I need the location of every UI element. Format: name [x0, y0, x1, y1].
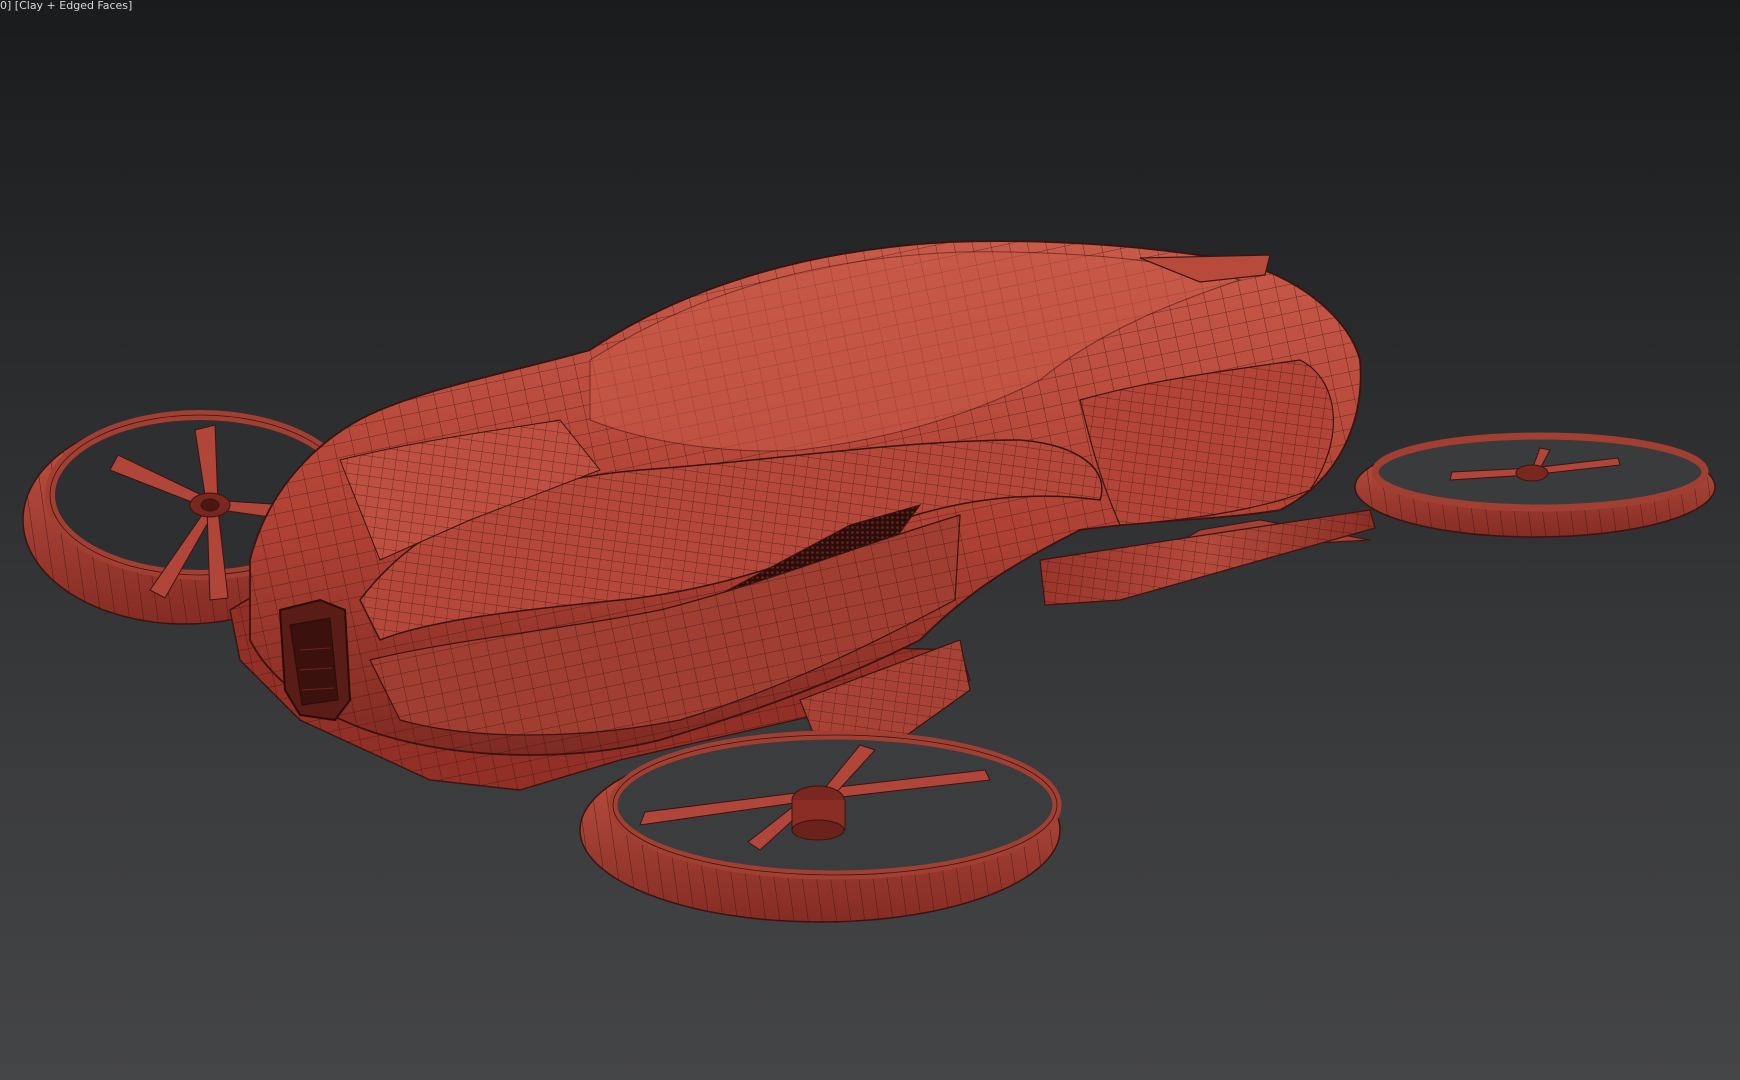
flying-car-model[interactable] [0, 0, 1740, 1080]
car-body[interactable] [249, 240, 1362, 756]
viewport[interactable]: 0] [Clay + Edged Faces] [0, 0, 1740, 1080]
front-bottom-rotor[interactable] [579, 730, 1062, 923]
